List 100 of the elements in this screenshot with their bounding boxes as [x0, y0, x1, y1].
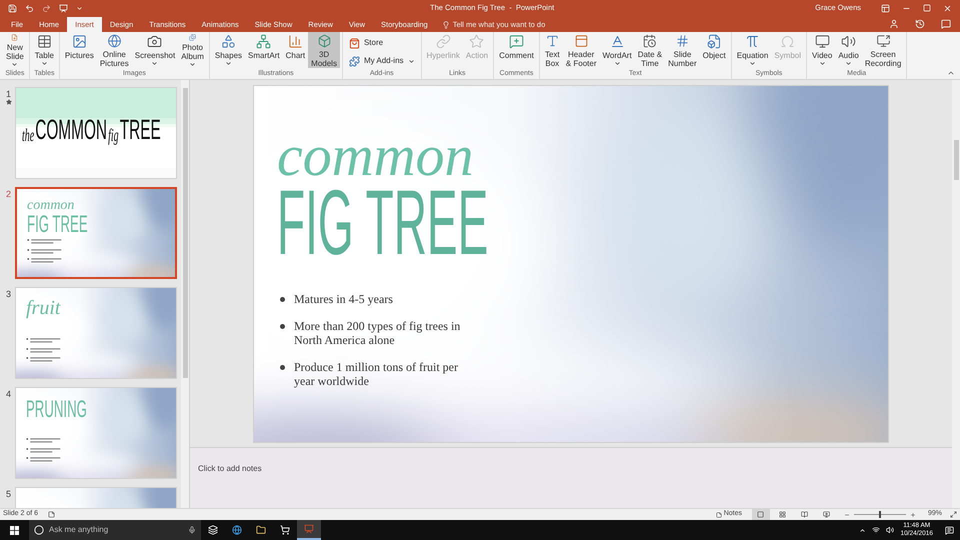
ribbon-button[interactable]: Date & Time [634, 32, 666, 68]
zoom-in-icon[interactable] [910, 512, 916, 518]
ribbon-button[interactable]: Equation [734, 32, 772, 68]
shapes-icon [220, 34, 236, 49]
omega-icon [780, 34, 796, 49]
bullet-lines-drawing [27, 239, 62, 263]
task-view-icon [208, 525, 218, 535]
ribbon-display-icon[interactable] [881, 4, 890, 12]
slide-thumbnail[interactable]: theCOMMONfigTREE [15, 87, 177, 179]
ribbon-button[interactable]: Photo Album [178, 32, 207, 68]
book-icon [801, 511, 808, 518]
slideshow-icon[interactable] [59, 4, 68, 12]
spelling-icon[interactable] [48, 511, 56, 518]
ribbon-button[interactable]: 3D Models [308, 32, 340, 68]
store-icon [280, 525, 290, 535]
globe-icon [106, 34, 122, 48]
scrollbar[interactable] [952, 80, 960, 508]
presentation-icon [304, 524, 314, 534]
normal-view-icon [757, 511, 764, 518]
bullet-text: More than 200 types of fig trees in North America alone [294, 319, 462, 347]
slide-number: 5 [6, 489, 11, 499]
close-icon[interactable] [943, 4, 952, 12]
text-box-icon [544, 34, 560, 48]
slide-number: 1 [6, 89, 11, 99]
bar-chart-icon [288, 34, 303, 49]
ribbon-button[interactable]: Chart [282, 32, 308, 68]
shopping-bag-icon [348, 38, 360, 48]
share-icon[interactable] [889, 19, 899, 29]
ribbon-button[interactable]: Screen Recording [862, 32, 904, 68]
ribbon-button[interactable]: My Add-ins [344, 53, 419, 69]
ribbon-button[interactable]: Comment [496, 32, 537, 68]
thumbnail-title: TREE [120, 116, 161, 144]
thumbnail-title: FIG TREE [27, 213, 88, 237]
slide-number: 4 [6, 389, 11, 399]
ribbon-button[interactable]: Text Box [542, 32, 563, 68]
camera-icon [147, 34, 162, 49]
ribbon-button[interactable]: Screenshot [132, 32, 178, 68]
thumbnail-title: the [22, 126, 34, 144]
lightbulb-icon [442, 20, 450, 28]
customize-icon[interactable] [76, 4, 83, 12]
maximize-icon[interactable] [923, 4, 931, 12]
ribbon-button[interactable]: SmartArt [245, 32, 283, 68]
puzzle-icon [348, 56, 360, 66]
volume-icon[interactable] [886, 526, 894, 534]
ribbon-button[interactable]: WordArt [599, 32, 635, 68]
ribbon-button[interactable]: Video [809, 32, 836, 68]
slide-number: 2 [6, 189, 11, 199]
notes-placeholder: Click to add notes [198, 464, 262, 473]
notes-icon [716, 512, 722, 518]
tray-expand-icon[interactable] [859, 526, 866, 534]
calendar-clock-icon [642, 34, 658, 48]
comments-icon[interactable] [941, 19, 951, 29]
thumbnail-title: fruit [26, 298, 60, 318]
cortana-search-field[interactable]: Ask me anything [29, 520, 201, 540]
history-icon[interactable] [915, 19, 925, 29]
zoom-slider[interactable] [854, 511, 906, 518]
thumbnail-title: PRUNING [26, 398, 87, 422]
network-icon[interactable] [872, 526, 880, 534]
thumbnail-title: COMMON [35, 116, 108, 144]
ribbon-button[interactable]: New Slide [3, 32, 27, 68]
ribbon-button[interactable]: Pictures [62, 32, 97, 68]
collapse-ribbon-icon[interactable] [947, 69, 955, 77]
folder-icon [256, 525, 266, 535]
windows-logo-icon[interactable] [10, 526, 19, 534]
ribbon-button[interactable]: Object [700, 32, 729, 68]
ribbon-button[interactable]: Slide Number [665, 32, 700, 68]
bullet-lines-drawing [26, 438, 61, 462]
zoom-thumb[interactable] [878, 511, 881, 518]
ribbon-button[interactable]: Table [32, 32, 57, 68]
redo-icon[interactable] [42, 4, 51, 12]
ribbon-button[interactable]: Audio [835, 32, 862, 68]
slide-number: 3 [6, 289, 11, 299]
ribbon-button[interactable]: Header & Footer [562, 32, 600, 68]
undo-icon[interactable] [25, 4, 34, 12]
slide-canvas[interactable]: common FIG TREE Matures in 4-5 years More than 200 types of fig trees in North America alone Produce 1 million tons of fruit per year worldwide [253, 85, 889, 443]
speaker-icon [841, 34, 856, 49]
notification-icon[interactable] [945, 526, 954, 534]
ribbon-button[interactable]: Online Pictures [96, 32, 132, 68]
notes-pane[interactable]: Click to add notes [190, 447, 952, 508]
scrollbar[interactable] [181, 80, 189, 508]
letter-icon [610, 34, 625, 49]
hierarchy-icon [256, 34, 272, 49]
cube-icon [316, 34, 332, 48]
browser-icon [232, 525, 242, 535]
slide-title: FIG TREE [277, 181, 488, 265]
comment-plus-icon [508, 34, 524, 49]
slide-title: common [277, 131, 475, 181]
slideshow-view-icon [823, 511, 830, 518]
object-icon [706, 34, 722, 49]
save-icon[interactable] [8, 4, 17, 12]
table-icon [36, 34, 52, 49]
grid-view-icon [779, 511, 786, 518]
ribbon-button[interactable]: Shapes [212, 32, 246, 68]
star-icon [469, 34, 484, 49]
hash-icon [674, 34, 690, 48]
view-button[interactable] [752, 509, 770, 520]
screen-recording-icon [876, 34, 891, 48]
ribbon-button[interactable]: Store [344, 35, 419, 51]
image-icon [72, 34, 87, 49]
fit-icon[interactable] [950, 511, 957, 518]
